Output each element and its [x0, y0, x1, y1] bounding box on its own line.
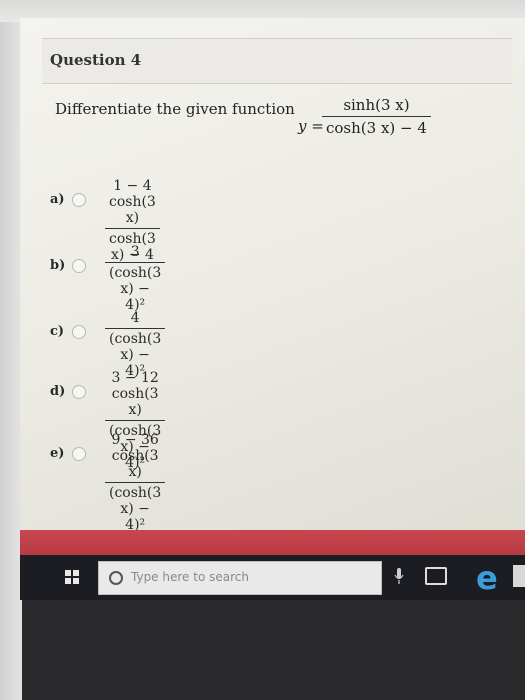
microphone-icon[interactable] — [394, 567, 404, 585]
option-b-numerator: 3 — [130, 244, 140, 260]
option-d-label: d) — [50, 384, 66, 399]
option-c-fraction: 4 (cosh(3 x) − 4)² — [105, 310, 166, 379]
option-b-label: b) — [50, 258, 66, 273]
option-e-numerator: 9 − 36 cosh(3 x) — [111, 432, 159, 480]
windows-start-icon[interactable] — [65, 570, 79, 584]
option-a-label: a) — [50, 192, 65, 207]
cortana-icon — [109, 571, 123, 585]
option-e-label: e) — [50, 446, 65, 461]
search-placeholder: Type here to search — [131, 570, 249, 584]
option-b-radio[interactable] — [72, 259, 86, 273]
option-e-radio[interactable] — [72, 447, 86, 461]
question-prompt: Differentiate the given function — [55, 100, 295, 118]
option-d-radio[interactable] — [72, 385, 86, 399]
screen: Question 4 Differentiate the given funct… — [20, 18, 525, 596]
option-b-fraction: 3 (cosh(3 x) − 4)² — [105, 244, 166, 313]
taskbar: Type here to search e — [20, 555, 525, 600]
option-d-numerator: 3 − 12 cosh(3 x) — [111, 370, 159, 418]
option-e-denominator: (cosh(3 x) − 4)² — [105, 482, 166, 533]
question-header: Question 4 — [42, 38, 512, 84]
question-title: Question 4 — [50, 51, 142, 69]
edge-browser-icon[interactable]: e — [476, 559, 498, 597]
file-explorer-icon[interactable] — [513, 565, 525, 587]
option-b-denominator: (cosh(3 x) − 4)² — [105, 262, 166, 313]
task-view-icon[interactable] — [425, 567, 447, 585]
option-a-radio[interactable] — [72, 193, 86, 207]
taskbar-search[interactable]: Type here to search — [98, 561, 382, 595]
function-fraction: sinh(3 x) cosh(3 x) − 4 — [322, 96, 431, 137]
option-c-label: c) — [50, 324, 65, 339]
function-variable: y = — [298, 117, 324, 135]
option-a-numerator: 1 − 4 cosh(3 x) — [109, 178, 156, 226]
accent-bar — [20, 530, 525, 556]
option-c-radio[interactable] — [72, 325, 86, 339]
option-e-fraction: 9 − 36 cosh(3 x) (cosh(3 x) − 4)² — [105, 432, 166, 533]
option-c-numerator: 4 — [130, 310, 140, 326]
function-denominator: cosh(3 x) − 4 — [322, 116, 431, 137]
monitor-bezel-left — [0, 0, 22, 700]
function-numerator: sinh(3 x) — [343, 96, 410, 114]
